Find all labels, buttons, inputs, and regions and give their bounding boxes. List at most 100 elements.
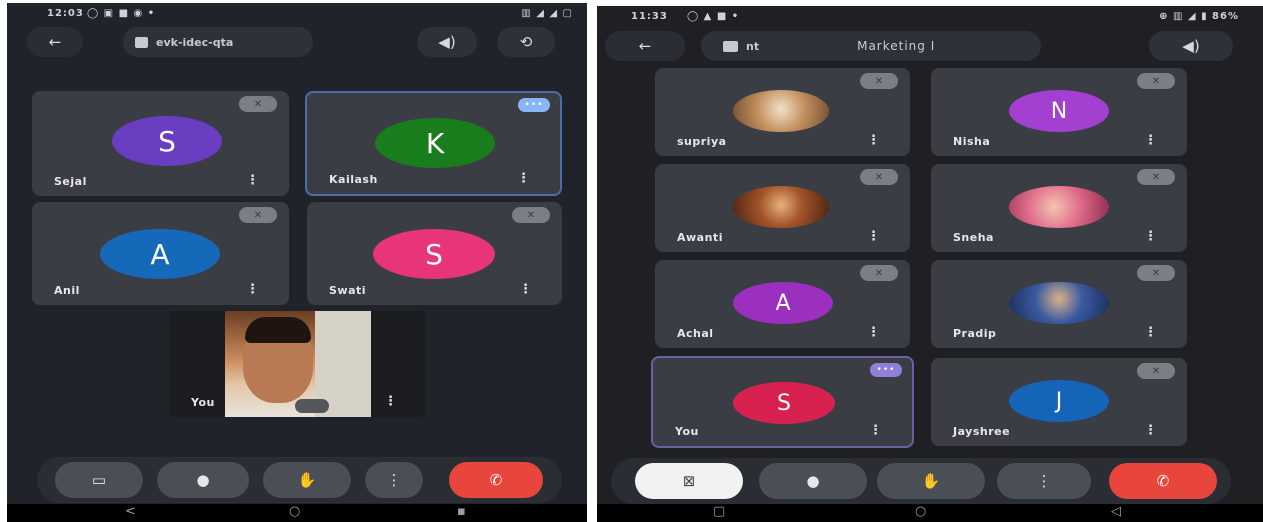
participant-name: Swati [329, 284, 367, 297]
mic-off-icon: ✕ [1137, 363, 1175, 379]
more-options-icon[interactable]: ⋮ [1144, 133, 1157, 148]
profile-photo [733, 186, 829, 228]
speaker-icon: ◀) [438, 33, 456, 51]
meeting-title: Marketing I [857, 39, 936, 53]
nav-home-icon[interactable]: ○ [289, 504, 300, 519]
participant-name: Awanti [677, 231, 723, 244]
status-right-icons: ⊕ ▥ ◢ ▮ 86% [1159, 11, 1239, 22]
participant-tile-anil[interactable]: ✕ A Anil ⋮ [32, 202, 289, 305]
phone-right: 11:33 ◯ ▲ ■ • ⊕ ▥ ◢ ▮ 86% ← nt Marketing… [597, 6, 1263, 522]
avatar: K [375, 118, 495, 168]
avatar: S [112, 116, 222, 166]
meeting-code: evk-idec-qta [156, 35, 234, 49]
nav-recents-icon[interactable]: ▢ [713, 504, 725, 519]
end-call-button[interactable]: ✆ [1109, 463, 1217, 499]
speaking-indicator-icon: ••• [870, 363, 902, 377]
more-options-icon[interactable]: ⋮ [1144, 229, 1157, 244]
more-vert-icon: ⋮ [1036, 472, 1052, 490]
meeting-code: nt [746, 39, 760, 53]
camera-icon: ▭ [91, 471, 107, 489]
more-options-button[interactable]: ⋮ [997, 463, 1091, 499]
more-options-icon[interactable]: ⋮ [246, 282, 259, 297]
participant-tile-achal[interactable]: ✕ A Achal ⋮ [655, 260, 910, 348]
participant-name: Sejal [54, 175, 87, 188]
avatar: N [1009, 90, 1109, 132]
participant-tile-kailash[interactable]: ••• K Kailash ⋮ [305, 91, 562, 196]
more-options-icon[interactable]: ⋮ [517, 171, 530, 186]
participant-name: Anil [54, 284, 80, 297]
mic-off-icon: ✕ [1137, 73, 1175, 89]
avatar: J [1009, 380, 1109, 422]
participant-tile-awanti[interactable]: ✕ Awanti ⋮ [655, 164, 910, 252]
profile-photo [1009, 282, 1109, 324]
switch-camera-button[interactable]: ⟲ [497, 27, 555, 57]
nav-home-icon[interactable]: ○ [915, 504, 926, 519]
mic-off-icon: ✕ [860, 169, 898, 185]
mic-off-icon: ✕ [239, 207, 277, 223]
status-time: 12:03 [47, 8, 84, 19]
mic-off-icon: ✕ [239, 96, 277, 112]
participant-name: Pradip [953, 327, 997, 340]
speaker-button[interactable]: ◀) [417, 27, 477, 57]
more-options-icon[interactable]: ⋮ [867, 325, 880, 340]
mic-off-icon: ✕ [860, 265, 898, 281]
end-call-button[interactable]: ✆ [449, 462, 543, 498]
back-button[interactable]: ← [27, 27, 83, 57]
participant-tile-swati[interactable]: ✕ S Swati ⋮ [307, 202, 562, 305]
more-options-icon[interactable]: ⋮ [384, 394, 397, 409]
raise-hand-button[interactable]: ✋ [263, 462, 351, 498]
more-options-icon[interactable]: ⋮ [1144, 423, 1157, 438]
raise-hand-button[interactable]: ✋ [877, 463, 985, 499]
self-name: You [191, 396, 215, 409]
more-options-icon[interactable]: ⋮ [867, 133, 880, 148]
calendar-icon [723, 40, 738, 52]
status-time: 11:33 [631, 11, 668, 22]
more-options-icon[interactable]: ⋮ [519, 282, 532, 297]
participant-tile-sneha[interactable]: ✕ Sneha ⋮ [931, 164, 1187, 252]
more-options-icon[interactable]: ⋮ [869, 423, 882, 438]
status-right-icons: ▥ ◢ ◢ ▢ [521, 8, 573, 19]
avatar: A [100, 229, 220, 279]
more-options-button[interactable]: ⋮ [365, 462, 423, 498]
camera-toggle-button[interactable]: ▭ [55, 462, 143, 498]
avatar: S [373, 229, 495, 279]
speaker-button[interactable]: ◀) [1149, 31, 1233, 61]
self-view-tile[interactable]: You ⋮ [169, 311, 425, 417]
participant-tile-you[interactable]: ••• S You ⋮ [651, 356, 914, 448]
switch-camera-icon: ⟲ [519, 33, 533, 51]
status-bar: 12:03 ◯ ▣ ■ ◉ • ▥ ◢ ◢ ▢ [7, 3, 587, 23]
more-options-icon[interactable]: ⋮ [246, 173, 259, 188]
participant-name: Kailash [329, 173, 378, 186]
participant-tile-pradip[interactable]: ✕ Pradip ⋮ [931, 260, 1187, 348]
participant-tile-supriya[interactable]: ✕ supriya ⋮ [655, 68, 910, 156]
participant-tile-sejal[interactable]: ✕ S Sejal ⋮ [32, 91, 289, 196]
system-nav-bar: ▢ ○ ◁ [597, 504, 1263, 522]
mic-off-icon: ✕ [860, 73, 898, 89]
back-button[interactable]: ← [605, 31, 685, 61]
meeting-info-button[interactable]: evk-idec-qta [123, 27, 313, 57]
profile-photo [1009, 186, 1109, 228]
participant-tile-jayshree[interactable]: ✕ J Jayshree ⋮ [931, 358, 1187, 446]
back-arrow-icon: ← [48, 33, 62, 51]
camera-toggle-button[interactable]: ⊠ [635, 463, 743, 499]
calendar-icon [135, 36, 148, 48]
status-icons: ◯ ▲ ■ • [687, 11, 740, 22]
participant-name: supriya [677, 135, 727, 148]
more-options-icon[interactable]: ⋮ [867, 229, 880, 244]
more-options-icon[interactable]: ⋮ [1144, 325, 1157, 340]
participant-tile-nisha[interactable]: ✕ N Nisha ⋮ [931, 68, 1187, 156]
mic-toggle-button[interactable]: ● [759, 463, 867, 499]
mic-toggle-button[interactable]: ● [157, 462, 249, 498]
self-camera-video [225, 311, 371, 417]
participant-name: Jayshree [953, 425, 1011, 438]
mic-icon: ● [806, 472, 820, 490]
meeting-info-button[interactable]: nt Marketing I [701, 31, 1041, 61]
nav-recents-icon[interactable]: ▪ [457, 504, 466, 519]
mic-icon: ● [196, 471, 210, 489]
call-controls: ▭ ● ✋ ⋮ ✆ [37, 457, 562, 503]
nav-back-icon[interactable]: < [125, 504, 136, 519]
avatar: A [733, 282, 833, 324]
mic-off-icon: ✕ [512, 207, 550, 223]
nav-back-icon[interactable]: ◁ [1111, 504, 1121, 519]
status-icons: ◯ ▣ ■ ◉ • [87, 8, 156, 19]
